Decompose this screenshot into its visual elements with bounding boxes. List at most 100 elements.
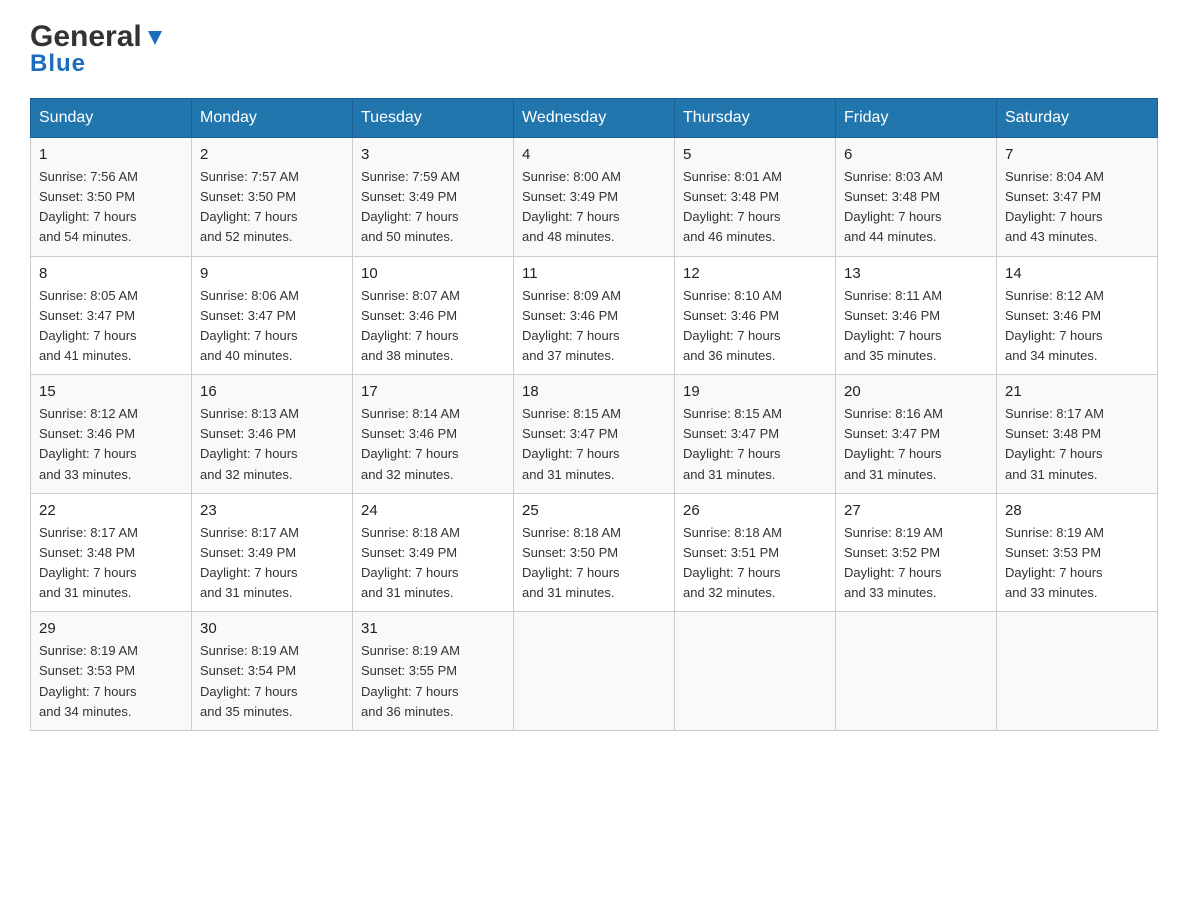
day-info: Sunrise: 8:15 AM Sunset: 3:47 PM Dayligh…: [522, 404, 666, 485]
day-info: Sunrise: 8:12 AM Sunset: 3:46 PM Dayligh…: [39, 404, 183, 485]
day-number: 9: [200, 265, 344, 282]
calendar-cell: 25 Sunrise: 8:18 AM Sunset: 3:50 PM Dayl…: [514, 493, 675, 612]
day-info: Sunrise: 8:19 AM Sunset: 3:53 PM Dayligh…: [39, 641, 183, 722]
weekday-header-friday: Friday: [836, 99, 997, 138]
day-info: Sunrise: 8:01 AM Sunset: 3:48 PM Dayligh…: [683, 167, 827, 248]
weekday-header-monday: Monday: [192, 99, 353, 138]
logo: General Blue: [30, 20, 166, 78]
calendar-cell: 29 Sunrise: 8:19 AM Sunset: 3:53 PM Dayl…: [31, 612, 192, 731]
day-number: 16: [200, 383, 344, 400]
day-number: 29: [39, 620, 183, 637]
page-header: General Blue: [30, 20, 1158, 78]
calendar-cell: 23 Sunrise: 8:17 AM Sunset: 3:49 PM Dayl…: [192, 493, 353, 612]
logo-arrow-icon: [144, 27, 166, 49]
day-number: 23: [200, 502, 344, 519]
calendar-cell: 12 Sunrise: 8:10 AM Sunset: 3:46 PM Dayl…: [675, 256, 836, 375]
calendar-cell: 5 Sunrise: 8:01 AM Sunset: 3:48 PM Dayli…: [675, 138, 836, 257]
calendar-cell: 3 Sunrise: 7:59 AM Sunset: 3:49 PM Dayli…: [353, 138, 514, 257]
calendar-cell: 20 Sunrise: 8:16 AM Sunset: 3:47 PM Dayl…: [836, 375, 997, 494]
weekday-header-tuesday: Tuesday: [353, 99, 514, 138]
day-info: Sunrise: 8:19 AM Sunset: 3:54 PM Dayligh…: [200, 641, 344, 722]
day-number: 30: [200, 620, 344, 637]
calendar-cell: [514, 612, 675, 731]
day-info: Sunrise: 8:18 AM Sunset: 3:50 PM Dayligh…: [522, 523, 666, 604]
day-info: Sunrise: 8:19 AM Sunset: 3:55 PM Dayligh…: [361, 641, 505, 722]
day-info: Sunrise: 8:09 AM Sunset: 3:46 PM Dayligh…: [522, 286, 666, 367]
calendar-cell: 8 Sunrise: 8:05 AM Sunset: 3:47 PM Dayli…: [31, 256, 192, 375]
day-info: Sunrise: 8:17 AM Sunset: 3:49 PM Dayligh…: [200, 523, 344, 604]
day-info: Sunrise: 8:13 AM Sunset: 3:46 PM Dayligh…: [200, 404, 344, 485]
day-number: 19: [683, 383, 827, 400]
day-number: 26: [683, 502, 827, 519]
calendar-cell: 28 Sunrise: 8:19 AM Sunset: 3:53 PM Dayl…: [997, 493, 1158, 612]
calendar-cell: 1 Sunrise: 7:56 AM Sunset: 3:50 PM Dayli…: [31, 138, 192, 257]
day-info: Sunrise: 7:56 AM Sunset: 3:50 PM Dayligh…: [39, 167, 183, 248]
day-number: 5: [683, 146, 827, 163]
day-number: 14: [1005, 265, 1149, 282]
calendar-cell: 24 Sunrise: 8:18 AM Sunset: 3:49 PM Dayl…: [353, 493, 514, 612]
calendar-cell: 4 Sunrise: 8:00 AM Sunset: 3:49 PM Dayli…: [514, 138, 675, 257]
day-info: Sunrise: 8:17 AM Sunset: 3:48 PM Dayligh…: [39, 523, 183, 604]
day-info: Sunrise: 7:59 AM Sunset: 3:49 PM Dayligh…: [361, 167, 505, 248]
calendar-cell: [675, 612, 836, 731]
day-info: Sunrise: 8:07 AM Sunset: 3:46 PM Dayligh…: [361, 286, 505, 367]
day-number: 11: [522, 265, 666, 282]
calendar-week-row: 15 Sunrise: 8:12 AM Sunset: 3:46 PM Dayl…: [31, 375, 1158, 494]
day-info: Sunrise: 8:06 AM Sunset: 3:47 PM Dayligh…: [200, 286, 344, 367]
day-number: 6: [844, 146, 988, 163]
calendar-cell: 9 Sunrise: 8:06 AM Sunset: 3:47 PM Dayli…: [192, 256, 353, 375]
day-number: 4: [522, 146, 666, 163]
calendar-header-row: SundayMondayTuesdayWednesdayThursdayFrid…: [31, 99, 1158, 138]
calendar-cell: 22 Sunrise: 8:17 AM Sunset: 3:48 PM Dayl…: [31, 493, 192, 612]
calendar-cell: 17 Sunrise: 8:14 AM Sunset: 3:46 PM Dayl…: [353, 375, 514, 494]
day-info: Sunrise: 8:00 AM Sunset: 3:49 PM Dayligh…: [522, 167, 666, 248]
day-number: 22: [39, 502, 183, 519]
calendar-cell: 21 Sunrise: 8:17 AM Sunset: 3:48 PM Dayl…: [997, 375, 1158, 494]
day-number: 31: [361, 620, 505, 637]
day-info: Sunrise: 8:16 AM Sunset: 3:47 PM Dayligh…: [844, 404, 988, 485]
day-number: 7: [1005, 146, 1149, 163]
day-info: Sunrise: 8:19 AM Sunset: 3:53 PM Dayligh…: [1005, 523, 1149, 604]
calendar-cell: 27 Sunrise: 8:19 AM Sunset: 3:52 PM Dayl…: [836, 493, 997, 612]
logo-general-text: General: [30, 20, 142, 54]
day-number: 13: [844, 265, 988, 282]
calendar-cell: 7 Sunrise: 8:04 AM Sunset: 3:47 PM Dayli…: [997, 138, 1158, 257]
day-number: 12: [683, 265, 827, 282]
weekday-header-wednesday: Wednesday: [514, 99, 675, 138]
day-number: 1: [39, 146, 183, 163]
calendar-cell: 19 Sunrise: 8:15 AM Sunset: 3:47 PM Dayl…: [675, 375, 836, 494]
day-number: 17: [361, 383, 505, 400]
day-number: 15: [39, 383, 183, 400]
day-number: 10: [361, 265, 505, 282]
day-number: 28: [1005, 502, 1149, 519]
calendar-cell: [997, 612, 1158, 731]
day-number: 18: [522, 383, 666, 400]
day-info: Sunrise: 8:04 AM Sunset: 3:47 PM Dayligh…: [1005, 167, 1149, 248]
calendar-cell: 15 Sunrise: 8:12 AM Sunset: 3:46 PM Dayl…: [31, 375, 192, 494]
day-info: Sunrise: 8:18 AM Sunset: 3:51 PM Dayligh…: [683, 523, 827, 604]
day-info: Sunrise: 8:10 AM Sunset: 3:46 PM Dayligh…: [683, 286, 827, 367]
calendar-cell: 18 Sunrise: 8:15 AM Sunset: 3:47 PM Dayl…: [514, 375, 675, 494]
calendar-cell: 14 Sunrise: 8:12 AM Sunset: 3:46 PM Dayl…: [997, 256, 1158, 375]
day-number: 2: [200, 146, 344, 163]
weekday-header-thursday: Thursday: [675, 99, 836, 138]
calendar-cell: 13 Sunrise: 8:11 AM Sunset: 3:46 PM Dayl…: [836, 256, 997, 375]
day-info: Sunrise: 8:18 AM Sunset: 3:49 PM Dayligh…: [361, 523, 505, 604]
day-info: Sunrise: 8:19 AM Sunset: 3:52 PM Dayligh…: [844, 523, 988, 604]
calendar-cell: 6 Sunrise: 8:03 AM Sunset: 3:48 PM Dayli…: [836, 138, 997, 257]
day-info: Sunrise: 8:11 AM Sunset: 3:46 PM Dayligh…: [844, 286, 988, 367]
day-number: 25: [522, 502, 666, 519]
calendar-cell: 31 Sunrise: 8:19 AM Sunset: 3:55 PM Dayl…: [353, 612, 514, 731]
calendar-cell: 30 Sunrise: 8:19 AM Sunset: 3:54 PM Dayl…: [192, 612, 353, 731]
day-info: Sunrise: 8:17 AM Sunset: 3:48 PM Dayligh…: [1005, 404, 1149, 485]
day-info: Sunrise: 7:57 AM Sunset: 3:50 PM Dayligh…: [200, 167, 344, 248]
day-info: Sunrise: 8:03 AM Sunset: 3:48 PM Dayligh…: [844, 167, 988, 248]
calendar-week-row: 29 Sunrise: 8:19 AM Sunset: 3:53 PM Dayl…: [31, 612, 1158, 731]
day-info: Sunrise: 8:15 AM Sunset: 3:47 PM Dayligh…: [683, 404, 827, 485]
calendar-week-row: 1 Sunrise: 7:56 AM Sunset: 3:50 PM Dayli…: [31, 138, 1158, 257]
calendar-week-row: 8 Sunrise: 8:05 AM Sunset: 3:47 PM Dayli…: [31, 256, 1158, 375]
calendar-cell: 26 Sunrise: 8:18 AM Sunset: 3:51 PM Dayl…: [675, 493, 836, 612]
calendar-table: SundayMondayTuesdayWednesdayThursdayFrid…: [30, 98, 1158, 731]
weekday-header-saturday: Saturday: [997, 99, 1158, 138]
day-info: Sunrise: 8:14 AM Sunset: 3:46 PM Dayligh…: [361, 404, 505, 485]
